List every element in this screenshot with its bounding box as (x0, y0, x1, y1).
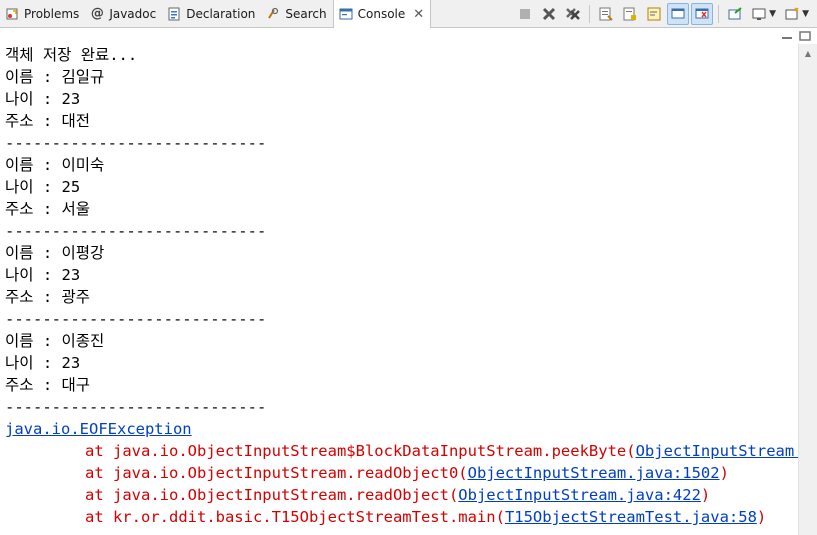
console-line: 주소 : 대전 (5, 112, 91, 130)
vertical-scrollbar[interactable]: ▲ (798, 44, 817, 535)
declaration-icon (166, 6, 182, 22)
console-line: 주소 : 서울 (5, 200, 91, 218)
tab-label: Javadoc (109, 6, 157, 21)
tab-problems[interactable]: Problems (0, 0, 85, 27)
javadoc-icon: @ (90, 6, 104, 21)
scroll-lock-button[interactable] (619, 3, 641, 25)
word-wrap-icon (647, 7, 661, 20)
source-link[interactable]: ObjectInputStream.java:2626 (636, 442, 798, 460)
display-selected-console-button[interactable] (748, 3, 770, 25)
show-console-output-icon (671, 8, 685, 18)
console-icon (338, 6, 354, 22)
console-line: 주소 : 광주 (5, 288, 91, 306)
toolbar-separator (589, 4, 591, 23)
stop-icon (520, 8, 531, 19)
stack-frame-text: at java.io.ObjectInputStream.readObject( (85, 486, 459, 504)
terminate-button[interactable] (514, 3, 536, 25)
view-window-controls (781, 28, 811, 42)
console-view: Problems @ Javadoc Declaration Search Co… (0, 0, 817, 535)
console-line: ---------------------------- (5, 222, 267, 240)
stack-frame-suffix: ) (700, 486, 711, 504)
exception-link[interactable]: java.io.EOFException (5, 420, 192, 438)
stack-frame-suffix: ) (719, 464, 729, 482)
clear-console-icon (599, 7, 613, 21)
console-line: 이름 : 이평강 (5, 244, 105, 262)
tab-label: Problems (24, 6, 80, 21)
show-console-on-error-button[interactable] (691, 2, 714, 25)
remove-all-icon (566, 7, 581, 20)
tab-label: Search (285, 6, 327, 21)
source-link[interactable]: ObjectInputStream.java:1502 (468, 464, 720, 482)
console-line: 주소 : 대구 (5, 376, 91, 394)
tab-search[interactable]: Search (261, 0, 332, 27)
console-line: 나이 : 25 (5, 178, 81, 196)
stack-trace-line: at kr.or.ddit.basic.T15ObjectStreamTest.… (0, 506, 798, 528)
tab-console[interactable]: Console ✕ (332, 0, 432, 28)
console-line: ---------------------------- (5, 398, 267, 416)
scroll-up-icon[interactable]: ▲ (799, 44, 817, 62)
stack-frame-suffix: ) (756, 508, 767, 526)
console-line: 객체 저장 완료... (5, 46, 138, 64)
toolbar-separator (718, 4, 720, 23)
close-icon[interactable]: ✕ (413, 7, 424, 22)
remove-launch-button[interactable] (538, 3, 560, 25)
minimize-icon[interactable] (781, 26, 793, 45)
stack-frame-text: at java.io.ObjectInputStream.readObject0… (85, 464, 468, 482)
console-line: 이름 : 이종진 (5, 332, 105, 350)
console-line: ---------------------------- (5, 134, 267, 152)
console-line: 나이 : 23 (5, 266, 81, 284)
exception-line: java.io.EOFException (0, 418, 798, 440)
remove-x-icon (543, 7, 556, 20)
stack-frame-text: at java.io.ObjectInputStream$BlockDataIn… (85, 442, 636, 460)
show-console-error-icon (695, 8, 709, 18)
console-toolbar: ▼ ▼ (513, 0, 817, 27)
stack-trace-line: at java.io.ObjectInputStream.readObject0… (0, 462, 798, 484)
console-line: 나이 : 23 (5, 90, 81, 108)
pin-icon (728, 6, 742, 19)
stack-trace-line: at java.io.ObjectInputStream.readObject(… (0, 484, 798, 506)
chevron-down-icon[interactable]: ▼ (769, 9, 776, 19)
search-icon (265, 6, 281, 22)
maximize-icon[interactable] (799, 26, 811, 45)
chevron-down-icon[interactable]: ▼ (802, 9, 809, 19)
scroll-lock-icon (623, 7, 637, 20)
console-output[interactable]: 객체 저장 완료... 이름 : 김일규나이 : 23 주소 : 대전 -------… (0, 44, 798, 535)
open-console-button[interactable] (781, 3, 803, 25)
word-wrap-button[interactable] (643, 3, 665, 25)
tab-declaration[interactable]: Declaration (162, 0, 261, 27)
tab-javadoc[interactable]: @ Javadoc (85, 0, 162, 27)
console-line: ---------------------------- (5, 310, 267, 328)
pin-console-button[interactable] (724, 3, 746, 25)
source-link[interactable]: T15ObjectStreamTest.java:58 (505, 508, 757, 526)
show-console-on-output-button[interactable] (667, 2, 690, 25)
console-line: 이름 : 이미숙 (5, 156, 105, 174)
source-link[interactable]: ObjectInputStream.java:422 (458, 486, 701, 504)
remove-all-terminated-button[interactable] (562, 3, 584, 25)
stack-frame-text: at kr.or.ddit.basic.T15ObjectStreamTest.… (85, 508, 505, 526)
clear-console-button[interactable] (595, 3, 617, 25)
console-line: 이름 : 김일규 (5, 68, 105, 86)
tab-label: Console (357, 7, 406, 21)
open-console-icon (785, 6, 799, 19)
console-line: 나이 : 23 (5, 354, 81, 372)
stack-trace-line: at java.io.ObjectInputStream$BlockDataIn… (0, 440, 798, 462)
display-console-icon (752, 8, 766, 20)
tab-label: Declaration (186, 6, 256, 21)
problems-icon (4, 6, 20, 22)
